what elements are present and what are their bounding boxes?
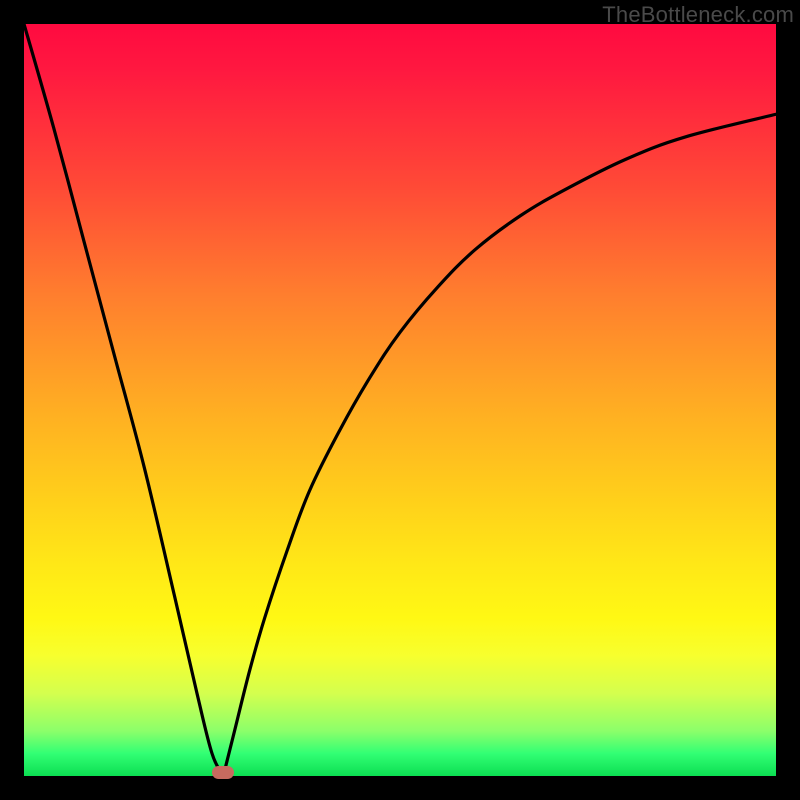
optimum-marker <box>212 766 234 779</box>
bottleneck-curve-left <box>24 24 223 776</box>
watermark-text: TheBottleneck.com <box>602 2 794 28</box>
curve-svg <box>24 24 776 776</box>
chart-plot-area <box>24 24 776 776</box>
bottleneck-curve-right <box>223 114 776 776</box>
